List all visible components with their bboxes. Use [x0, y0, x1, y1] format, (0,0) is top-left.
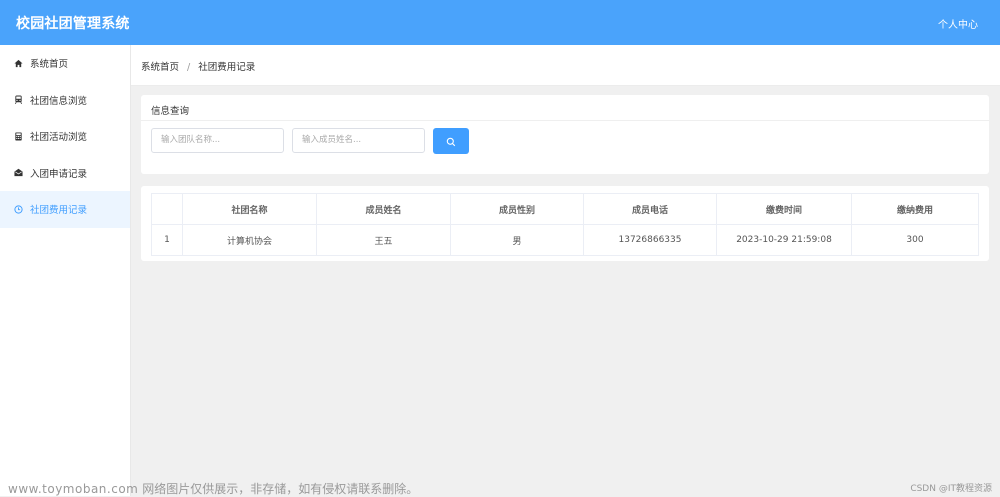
sidebar-item-team-info[interactable]: 社团信息浏览 [0, 82, 130, 119]
fee-records-panel: 社团名称 成员姓名 成员性别 成员电话 缴费时间 缴纳费用 1 计算机协会 王五… [141, 186, 989, 261]
table-header-row: 社团名称 成员姓名 成员性别 成员电话 缴费时间 缴纳费用 [151, 193, 979, 225]
sidebar-item-label: 社团信息浏览 [30, 95, 88, 107]
breadcrumb-separator: / [187, 62, 191, 73]
member-name-input[interactable]: 输入成员姓名... [292, 128, 425, 153]
watermark-url: www.toymoban.com [8, 482, 139, 496]
breadcrumb-current: 社团费用记录 [198, 62, 256, 73]
table-row: 1 计算机协会 王五 男 13726866335 2023-10-29 21:5… [151, 224, 979, 256]
search-button[interactable] [433, 128, 469, 154]
breadcrumb: 系统首页 / 社团费用记录 [141, 59, 255, 73]
watermark-text: 网络图片仅供展示，非存储，如有侵权请联系删除。 [142, 482, 419, 496]
column-header-payment-time: 缴费时间 [716, 193, 852, 225]
cell-fee-amount: 300 [851, 224, 979, 256]
cell-team-name: 计算机协会 [182, 224, 317, 256]
sidebar-item-label: 社团费用记录 [30, 205, 88, 217]
cell-member-gender: 男 [450, 224, 584, 256]
home-icon [12, 57, 24, 69]
query-title: 信息查询 [151, 106, 190, 117]
column-header-fee-amount: 缴纳费用 [851, 193, 979, 225]
fee-records-table: 社团名称 成员姓名 成员性别 成员电话 缴费时间 缴纳费用 1 计算机协会 王五… [151, 193, 979, 256]
user-center-link[interactable]: 个人中心 [938, 16, 978, 31]
sidebar: 系统首页 社团信息浏览 社团活动浏览 入团申请记录 社团费用记录 [0, 45, 131, 496]
column-header-index [151, 193, 183, 225]
envelope-icon [12, 167, 24, 179]
clock-icon [12, 203, 24, 215]
cell-index: 1 [151, 224, 183, 256]
breadcrumb-bar: 系统首页 / 社团费用记录 [131, 45, 1000, 86]
app-title: 校园社团管理系统 [16, 16, 130, 32]
credit-text: CSDN @IT教程资源 [910, 484, 992, 494]
sidebar-item-home[interactable]: 系统首页 [0, 45, 130, 82]
cell-member-name: 王五 [316, 224, 451, 256]
calculator-icon [12, 130, 24, 142]
column-header-member-gender: 成员性别 [450, 193, 584, 225]
sidebar-item-label: 社团活动浏览 [30, 132, 88, 144]
sidebar-item-label: 入团申请记录 [30, 168, 88, 180]
top-header: 校园社团管理系统 个人中心 [0, 0, 1000, 45]
query-panel: 信息查询 输入团队名称... 输入成员姓名... [141, 95, 989, 174]
breadcrumb-home-link[interactable]: 系统首页 [141, 62, 179, 73]
team-name-input[interactable]: 输入团队名称... [151, 128, 284, 153]
sidebar-item-label: 系统首页 [30, 59, 69, 71]
column-header-member-phone: 成员电话 [583, 193, 717, 225]
query-divider [141, 120, 989, 121]
column-header-member-name: 成员姓名 [316, 193, 451, 225]
sidebar-item-fee-records[interactable]: 社团费用记录 [0, 191, 130, 228]
column-header-team-name: 社团名称 [182, 193, 317, 225]
sidebar-item-join-applications[interactable]: 入团申请记录 [0, 155, 130, 192]
sidebar-item-team-activities[interactable]: 社团活动浏览 [0, 118, 130, 155]
cell-payment-time: 2023-10-29 21:59:08 [716, 224, 852, 256]
cell-member-phone: 13726866335 [583, 224, 717, 256]
watermark: www.toymoban.com 网络图片仅供展示，非存储，如有侵权请联系删除。 [8, 480, 418, 497]
train-icon [12, 94, 24, 106]
search-icon [446, 132, 456, 151]
